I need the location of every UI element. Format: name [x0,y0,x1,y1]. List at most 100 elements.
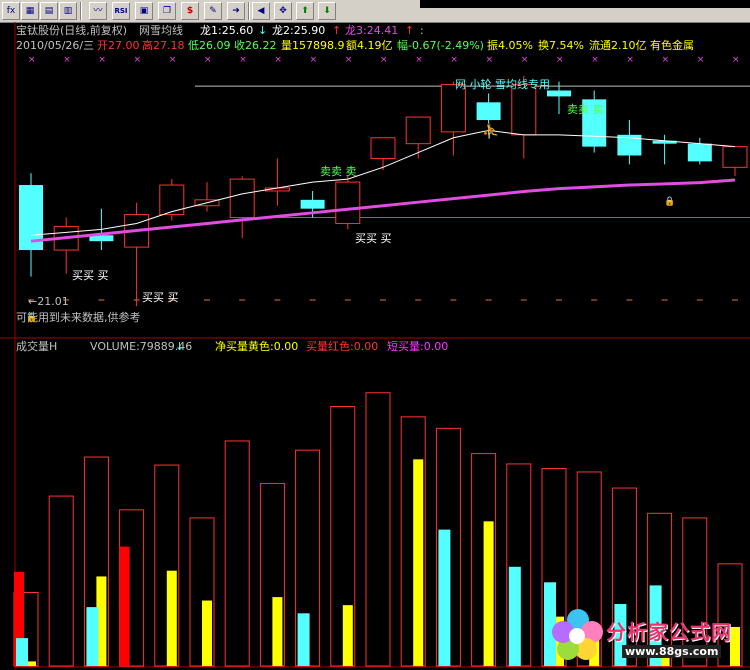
marker-x: × [415,55,423,65]
buy-value: 买量红色:0.00 [306,340,379,353]
lock-icon: 🔒 [664,197,676,207]
line-chart-icon[interactable]: 〰 [89,2,107,20]
marker-x: × [732,55,740,65]
rsi-icon[interactable]: RSI [112,2,130,20]
marker-x: × [591,55,599,65]
arrow-down-icon[interactable]: ⬇ [318,2,336,20]
sector-value: 有色金属 [650,39,694,52]
candle-body [476,102,501,121]
buy-signal-label: 买买 买 [142,291,179,304]
short-buy-bar [438,529,451,666]
marker-x: × [626,55,634,65]
net-buy-value: 净买量黄色:0.00 [215,340,299,353]
arrow-down-icon: ↓ [258,24,268,37]
net-buy-bar [202,600,212,666]
arrow-up-icon: ↑ [332,24,342,37]
person-icon: ⛹ [482,124,500,140]
marker-x: × [697,55,705,65]
marker-x: × [169,55,177,65]
candle-body [687,143,712,162]
candle-body [440,84,466,133]
candle-body [229,178,255,219]
high-price: 高27.18 [142,39,185,52]
marker-x: × [486,55,494,65]
low-price: 低26.09 [188,39,231,52]
info-icon[interactable]: ▣ [135,2,153,20]
candle-body [159,184,185,216]
candle-body [370,137,396,159]
turnover-value: 换7.54% [538,39,584,52]
buy-signal-label: 买买 买 [355,232,392,245]
lock-icon: 🔒 [26,313,38,323]
grid-icon[interactable]: ▥ [59,2,77,20]
arrow-left-icon[interactable]: ◀ [252,2,270,20]
exit-icon[interactable]: ➜ [227,2,245,20]
dollar-label: $ [186,6,194,16]
marker-x: × [63,55,71,65]
float-shares-value: 流通2.10亿 [589,39,647,52]
short-buy-value: 短买量:0.00 [387,340,449,353]
short-buy-bar [297,613,310,666]
volume-bar [224,440,250,667]
long2-value: 龙2:25.90 [272,24,326,37]
volume-panel-title: 成交量H [16,340,58,353]
marker-x: × [239,55,247,65]
candle-body [405,116,431,145]
sell-signal-label: 卖卖 卖 [567,103,604,116]
marker-x: × [345,55,353,65]
bar-date: 2010/05/26/三 [16,39,95,52]
site-logo: 分析家公式网 www.88gs.com [548,606,748,668]
marker-x: × [450,55,458,65]
marker-x: × [521,55,529,65]
volume-bar [365,392,391,667]
change-value: 幅-0.67(-2.49%) [397,39,484,52]
indicator-name: 网雪均线 [139,24,183,37]
stock-name: 宝钛股份(日线,前复权) [16,24,128,37]
net-buy-bar [342,605,353,666]
fx-label: fx [6,6,16,16]
chart-area[interactable]: × × × × × × × × × × × × × × × × × × × × × 宝钛股份(日线,前复权) 网雪均线 … [0,22,750,670]
marker-x: × [28,55,36,65]
arrow-up-icon[interactable]: ⬆ [296,2,314,20]
move-icon[interactable]: ✥ [274,2,292,20]
marker-x: × [204,55,212,65]
candle-body [300,199,325,209]
toolbar-dark-area [420,0,750,8]
chart-icon[interactable]: ▦ [21,2,39,20]
close-price: 收26.22 [234,39,277,52]
fx-icon[interactable]: fx [2,2,20,20]
tools-icon[interactable]: ✎ [204,2,222,20]
long3-value: 龙3:24.41 [345,24,399,37]
window-icon[interactable]: ❐ [158,2,176,20]
marker-x: × [556,55,564,65]
toolbar: fx ▦ ▤ ▥ 〰 RSI ▣ ❐ $ ✎ ➜ ◀ ✥ ⬆ ⬇ [0,0,750,23]
separator-dot: : [420,24,424,37]
flower-logo-icon [552,609,603,660]
low-price-marker: ←21.01 [28,295,69,308]
open-price: 开27.00 [97,39,140,52]
net-buy-bar [413,459,424,666]
buy-signal-label: 买买 买 [72,269,109,282]
logo-name: 分析家公式网 [606,620,732,644]
marker-x: × [98,55,106,65]
amount-value: 额4.19亿 [346,39,393,52]
logo-url: www.88gs.com [622,645,722,658]
candle-body [511,84,537,136]
net-buy-bar [483,521,494,666]
net-buy-bar [272,597,283,666]
short-buy-bar [508,566,521,666]
dollar-icon[interactable]: $ [181,2,199,20]
grid-icon[interactable]: ▤ [40,2,58,20]
arrow-up-icon: ↑ [405,24,415,37]
long1-value: 龙1:25.60 [200,24,254,37]
marker-x: × [274,55,282,65]
net-buy-bar [166,570,177,666]
marker-x: × [310,55,318,65]
rsi-label: RSI [114,7,128,15]
volume-bar [48,495,74,667]
candle-body [722,146,748,168]
candle-body [547,90,571,97]
marker-x: × [662,55,670,65]
volume-value: 量157898.9 [281,39,345,52]
sell-signal-label: 卖卖 卖 [320,165,357,178]
